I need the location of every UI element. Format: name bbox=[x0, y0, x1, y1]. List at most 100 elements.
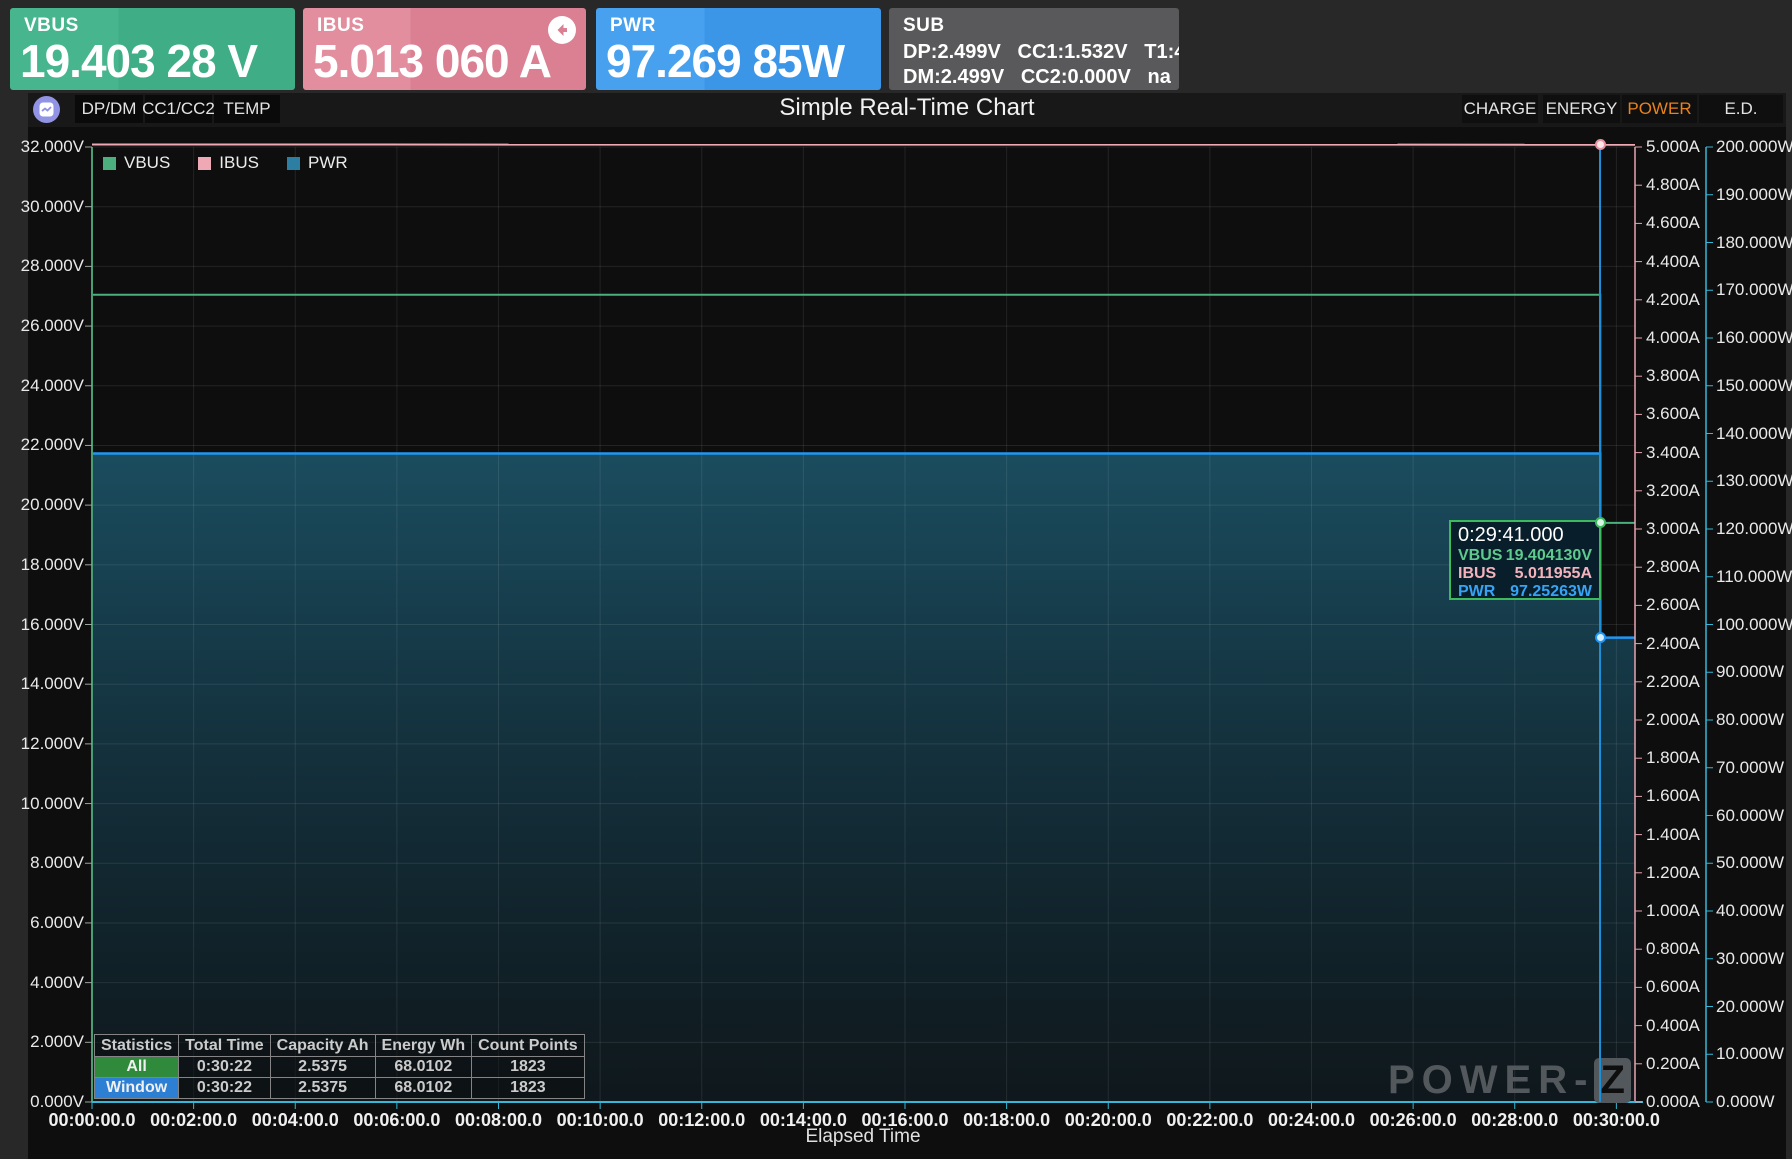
w-axis-tick-label: 140.000W bbox=[1716, 424, 1792, 444]
vbus-legend-swatch bbox=[103, 157, 116, 170]
stats-cell: 1823 bbox=[472, 1057, 585, 1078]
stats-cell: 68.0102 bbox=[375, 1057, 472, 1078]
w-axis-tick-label: 170.000W bbox=[1716, 280, 1792, 300]
a-axis-tick-label: 3.600A bbox=[1646, 404, 1710, 424]
tooltip-row-vbus: VBUS19.404130V bbox=[1458, 547, 1592, 565]
stats-header: Energy Wh bbox=[375, 1035, 472, 1057]
x-axis-tick-label: 00:30:00.0 bbox=[1556, 1110, 1676, 1131]
pwr-legend-swatch bbox=[287, 157, 300, 170]
v-axis-tick-label: 14.000V bbox=[10, 674, 84, 694]
tooltip-pwr-label: PWR bbox=[1458, 583, 1495, 601]
a-axis-tick-label: 3.800A bbox=[1646, 366, 1710, 386]
w-axis-tick-label: 60.000W bbox=[1716, 806, 1792, 826]
a-axis-tick-label: 0.400A bbox=[1646, 1016, 1710, 1036]
a-axis-tick-label: 4.000A bbox=[1646, 328, 1710, 348]
ibus-legend-label: IBUS bbox=[219, 153, 259, 173]
tooltip-vbus-label: VBUS bbox=[1458, 547, 1502, 565]
w-axis-tick-label: 160.000W bbox=[1716, 328, 1792, 348]
w-axis-tick-label: 190.000W bbox=[1716, 185, 1792, 205]
w-axis-tick-label: 70.000W bbox=[1716, 758, 1792, 778]
cursor-point-ibus bbox=[1595, 139, 1606, 150]
w-axis-tick-label: 180.000W bbox=[1716, 233, 1792, 253]
v-axis-tick-label: 32.000V bbox=[10, 137, 84, 157]
w-axis-tick-label: 120.000W bbox=[1716, 519, 1792, 539]
w-axis-tick-label: 20.000W bbox=[1716, 997, 1792, 1017]
stats-row: Window0:30:222.537568.01021823 bbox=[95, 1078, 585, 1099]
a-axis-tick-label: 4.200A bbox=[1646, 290, 1710, 310]
ibus-legend-swatch bbox=[198, 157, 211, 170]
legend-item-pwr[interactable]: PWR bbox=[287, 153, 348, 173]
pwr-area-fill bbox=[92, 454, 1635, 1102]
a-axis-tick-label: 3.400A bbox=[1646, 443, 1710, 463]
a-axis-tick-label: 3.200A bbox=[1646, 481, 1710, 501]
a-axis-tick-label: 2.800A bbox=[1646, 557, 1710, 577]
a-axis-tick-label: 2.400A bbox=[1646, 634, 1710, 654]
w-axis-tick-label: 10.000W bbox=[1716, 1044, 1792, 1064]
power-z-app: VBUS 19.403 28 V IBUS 5.013 060 A PWR 97… bbox=[0, 0, 1792, 1159]
cursor-tooltip: 0:29:41.000 VBUS19.404130V IBUS 5.011955A… bbox=[1449, 520, 1601, 600]
a-axis-tick-label: 0.200A bbox=[1646, 1054, 1710, 1074]
w-axis-tick-label: 110.000W bbox=[1716, 567, 1792, 587]
tooltip-ibus-value: 5.011955A bbox=[1515, 565, 1592, 583]
w-axis-tick-label: 50.000W bbox=[1716, 853, 1792, 873]
statistics-table: StatisticsTotal TimeCapacity AhEnergy Wh… bbox=[94, 1034, 585, 1099]
tooltip-row-pwr: PWR 97.25263W bbox=[1458, 583, 1592, 601]
v-axis-tick-label: 26.000V bbox=[10, 316, 84, 336]
a-axis-tick-label: 2.000A bbox=[1646, 710, 1710, 730]
v-axis-tick-label: 30.000V bbox=[10, 197, 84, 217]
v-axis-tick-label: 0.000V bbox=[10, 1092, 84, 1112]
tooltip-vbus-value: 19.404130V bbox=[1506, 547, 1592, 565]
stats-header: Total Time bbox=[179, 1035, 271, 1057]
legend-item-ibus[interactable]: IBUS bbox=[198, 153, 259, 173]
a-axis-tick-label: 5.000A bbox=[1646, 137, 1710, 157]
stats-row-name: Window bbox=[95, 1078, 179, 1099]
stats-header: Statistics bbox=[95, 1035, 179, 1057]
a-axis-tick-label: 1.000A bbox=[1646, 901, 1710, 921]
chart-legend: VBUS IBUS PWR bbox=[103, 153, 376, 173]
a-axis-tick-label: 0.000A bbox=[1646, 1092, 1710, 1112]
v-axis-tick-label: 10.000V bbox=[10, 794, 84, 814]
a-axis-tick-label: 1.200A bbox=[1646, 863, 1710, 883]
v-axis-tick-label: 18.000V bbox=[10, 555, 84, 575]
v-axis-tick-label: 24.000V bbox=[10, 376, 84, 396]
v-axis-tick-label: 4.000V bbox=[10, 973, 84, 993]
stats-cell: 0:30:22 bbox=[179, 1078, 271, 1099]
v-axis-tick-label: 6.000V bbox=[10, 913, 84, 933]
stats-row: All0:30:222.537568.01021823 bbox=[95, 1057, 585, 1078]
cursor-point-pwr bbox=[1595, 632, 1606, 643]
w-axis-tick-label: 100.000W bbox=[1716, 615, 1792, 635]
v-axis-tick-label: 28.000V bbox=[10, 256, 84, 276]
a-axis-tick-label: 4.600A bbox=[1646, 213, 1710, 233]
w-axis-tick-label: 40.000W bbox=[1716, 901, 1792, 921]
stats-cell: 68.0102 bbox=[375, 1078, 472, 1099]
v-axis-tick-label: 20.000V bbox=[10, 495, 84, 515]
legend-item-vbus[interactable]: VBUS bbox=[103, 153, 170, 173]
cursor-crosshair[interactable] bbox=[1599, 147, 1601, 1102]
a-axis-tick-label: 1.400A bbox=[1646, 825, 1710, 845]
a-axis-tick-label: 3.000A bbox=[1646, 519, 1710, 539]
a-axis-tick-label: 4.400A bbox=[1646, 252, 1710, 272]
w-axis-tick-label: 80.000W bbox=[1716, 710, 1792, 730]
a-axis-tick-label: 1.800A bbox=[1646, 748, 1710, 768]
a-axis-tick-label: 0.600A bbox=[1646, 977, 1710, 997]
tooltip-pwr-value: 97.25263W bbox=[1510, 583, 1592, 601]
v-axis-tick-label: 22.000V bbox=[10, 435, 84, 455]
power-z-watermark: POWER-Z bbox=[1388, 1058, 1631, 1103]
a-axis-tick-label: 4.800A bbox=[1646, 175, 1710, 195]
w-axis-tick-label: 150.000W bbox=[1716, 376, 1792, 396]
tooltip-ibus-label: IBUS bbox=[1458, 565, 1496, 583]
stats-cell: 2.5375 bbox=[270, 1057, 375, 1078]
watermark-text: POWER- bbox=[1388, 1058, 1594, 1102]
stats-header: Capacity Ah bbox=[270, 1035, 375, 1057]
w-axis-tick-label: 0.000W bbox=[1716, 1092, 1792, 1112]
stats-row-name: All bbox=[95, 1057, 179, 1078]
w-axis-tick-label: 30.000W bbox=[1716, 949, 1792, 969]
stats-cell: 0:30:22 bbox=[179, 1057, 271, 1078]
tooltip-row-ibus: IBUS 5.011955A bbox=[1458, 565, 1592, 583]
v-axis-tick-label: 8.000V bbox=[10, 853, 84, 873]
vbus-legend-label: VBUS bbox=[124, 153, 170, 173]
tooltip-time: 0:29:41.000 bbox=[1458, 524, 1592, 547]
a-axis-tick-label: 2.600A bbox=[1646, 595, 1710, 615]
stats-header: Count Points bbox=[472, 1035, 585, 1057]
w-axis-tick-label: 130.000W bbox=[1716, 471, 1792, 491]
